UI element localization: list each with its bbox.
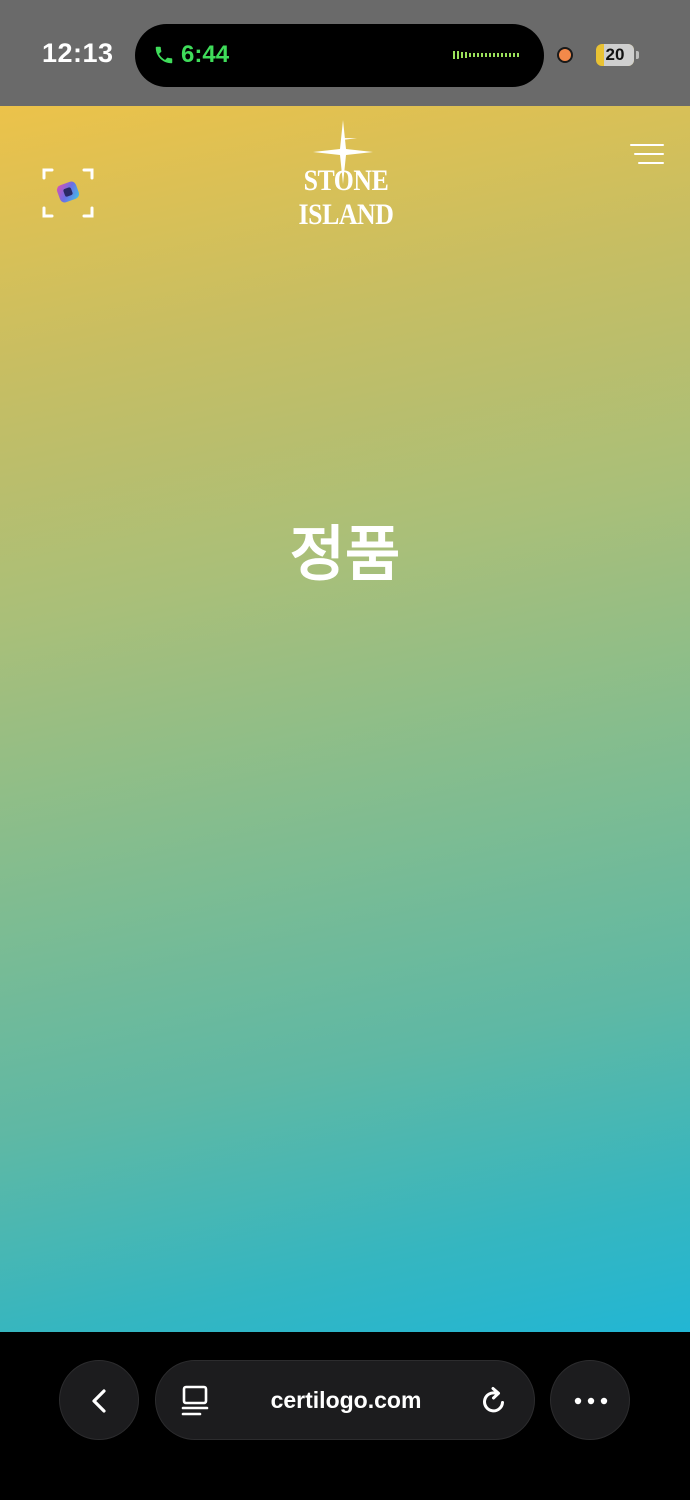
tabs-icon[interactable] (180, 1385, 210, 1417)
status-bar: 12:13 6:44 20 (0, 0, 690, 106)
more-options-button[interactable] (550, 1360, 630, 1440)
browser-toolbar: certilogo.com (0, 1332, 690, 1500)
reload-icon[interactable] (478, 1385, 510, 1417)
phone-icon (155, 46, 173, 64)
dynamic-island-call[interactable]: 6:44 (135, 24, 544, 87)
status-time: 12:13 (42, 38, 114, 68)
chevron-left-icon (92, 1389, 106, 1413)
brand-logo[interactable]: STONE ISLAND (240, 120, 452, 231)
address-bar[interactable]: certilogo.com (155, 1360, 535, 1440)
menu-icon-line (638, 162, 664, 164)
more-icon (574, 1397, 608, 1405)
recording-indicator-icon (557, 47, 573, 63)
scan-button[interactable] (40, 166, 96, 220)
verification-result: 정품 (289, 520, 401, 590)
menu-icon-line (630, 144, 664, 146)
menu-button[interactable] (628, 142, 664, 168)
battery-level: 20 (605, 45, 625, 64)
call-timer: 6:44 (181, 41, 230, 68)
battery-indicator: 20 (596, 44, 639, 66)
url-text[interactable]: certilogo.com (216, 1387, 476, 1414)
scan-frame-icon (42, 168, 94, 218)
menu-icon-line (634, 153, 664, 155)
brand-name: STONE ISLAND (298, 164, 394, 231)
audio-waveform-icon (453, 51, 519, 59)
web-content: STONE ISLAND 정품 (0, 106, 690, 1332)
back-button[interactable] (59, 1360, 139, 1440)
